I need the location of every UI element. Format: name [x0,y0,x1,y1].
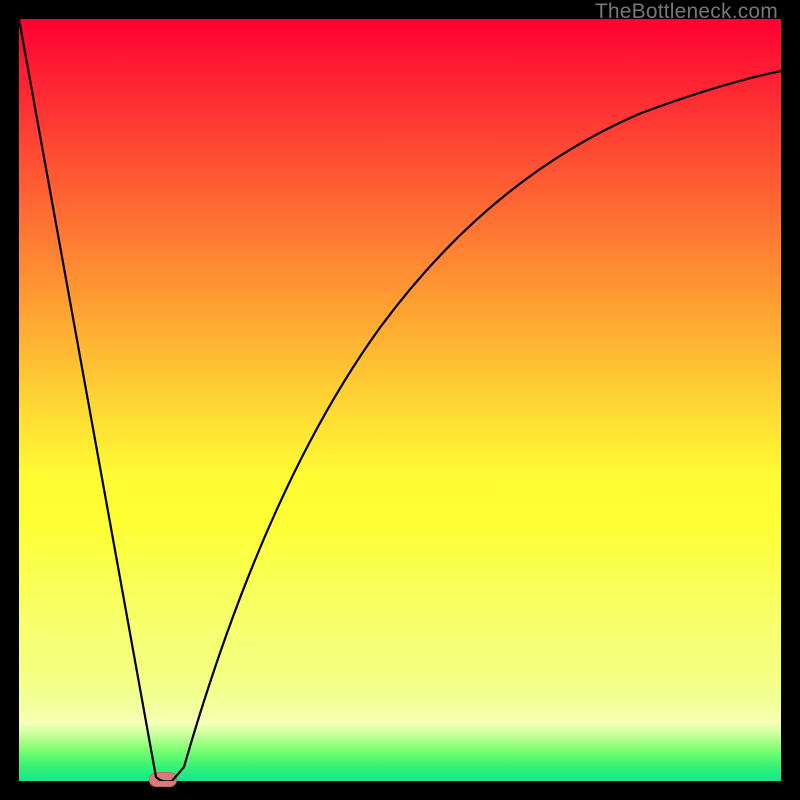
plot-area [19,19,781,781]
chart-frame: TheBottleneck.com [0,0,800,800]
bottleneck-curve-path [19,19,781,781]
watermark-text: TheBottleneck.com [595,0,778,24]
curve-svg [19,19,781,781]
